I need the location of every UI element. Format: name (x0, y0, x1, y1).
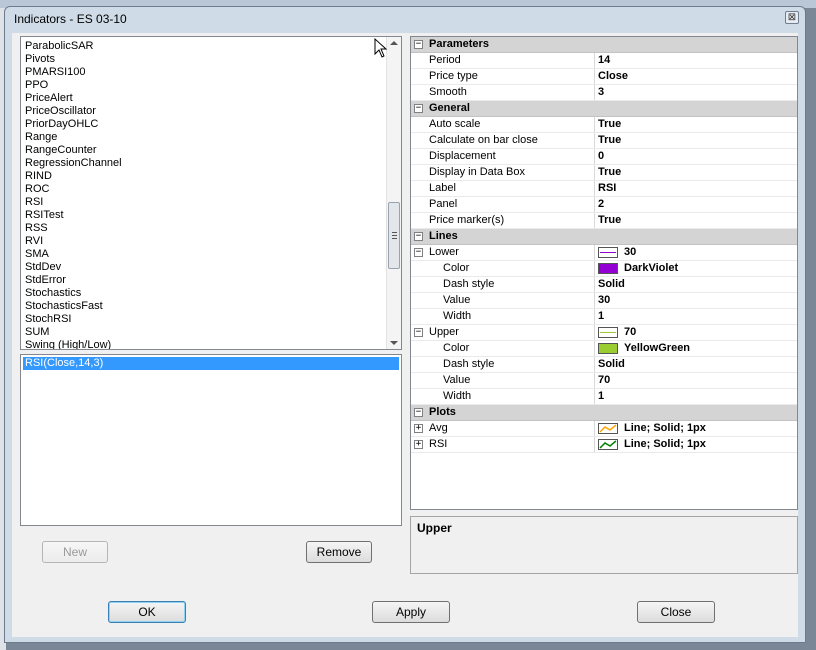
ok-button[interactable]: OK (108, 601, 186, 623)
indicator-list-item[interactable]: Stochastics (25, 287, 81, 300)
category-general[interactable]: − General (411, 101, 797, 117)
window-title: Indicators - ES 03-10 (14, 12, 127, 26)
grip-line (392, 232, 397, 233)
property-row-calculate-on-bar-close[interactable]: Calculate on bar close True (411, 133, 797, 149)
indicator-list-item[interactable]: RIND (25, 170, 52, 183)
color-swatch-icon (598, 343, 618, 354)
property-row-rsi[interactable]: + RSI Line; Solid; 1px (411, 437, 797, 453)
collapse-icon[interactable]: − (414, 232, 423, 241)
indicator-list-item[interactable]: StdDev (25, 261, 61, 274)
indicator-list-item[interactable]: PriceOscillator (25, 105, 96, 118)
property-grid[interactable]: − Parameters Period 14 Price type Close Smo… (410, 36, 798, 510)
line-swatch-icon (598, 327, 618, 338)
apply-button[interactable]: Apply (372, 601, 450, 623)
close-icon: ⊠ (787, 12, 797, 23)
indicator-list-item[interactable]: SMA (25, 248, 49, 261)
indicator-list-item[interactable]: Range (25, 131, 57, 144)
grip-line (392, 238, 397, 239)
grip-line (392, 235, 397, 236)
indicator-list-item[interactable]: StochasticsFast (25, 300, 103, 313)
scrollbar-thumb[interactable] (388, 202, 400, 269)
property-row-upper[interactable]: − Upper 70 (411, 325, 797, 341)
property-row-lower-value[interactable]: Value 30 (411, 293, 797, 309)
indicator-list-item[interactable]: PPO (25, 79, 48, 92)
plot-swatch-icon (598, 423, 618, 434)
property-row-lower-dash-style[interactable]: Dash style Solid (411, 277, 797, 293)
collapse-icon[interactable]: − (414, 40, 423, 49)
indicator-list-item[interactable]: StochRSI (25, 313, 71, 326)
property-row-label[interactable]: Label RSI (411, 181, 797, 197)
line-swatch-icon (598, 247, 618, 258)
collapse-icon[interactable]: − (414, 408, 423, 417)
collapse-icon[interactable]: − (414, 248, 423, 257)
indicator-list-item[interactable]: RSITest (25, 209, 64, 222)
property-row-upper-value[interactable]: Value 70 (411, 373, 797, 389)
close-window-button[interactable]: ⊠ (785, 11, 799, 24)
new-button[interactable]: New (42, 541, 108, 563)
property-description-panel: Upper (410, 516, 798, 574)
property-row-avg[interactable]: + Avg Line; Solid; 1px (411, 421, 797, 437)
property-row-lower[interactable]: − Lower 30 (411, 245, 797, 261)
title-bar[interactable]: Indicators - ES 03-10 ⊠ (5, 7, 805, 31)
indicator-list-item[interactable]: Pivots (25, 53, 55, 66)
color-swatch-icon (598, 263, 618, 274)
close-button[interactable]: Close (637, 601, 715, 623)
scroll-up-arrow-icon[interactable] (390, 41, 398, 45)
category-lines[interactable]: − Lines (411, 229, 797, 245)
property-row-price-type[interactable]: Price type Close (411, 69, 797, 85)
expand-icon[interactable]: + (414, 424, 423, 433)
dialog-client-area: ParabolicSAR Pivots PMARSI100 PPO PriceAlert… (12, 33, 798, 637)
scroll-down-arrow-icon[interactable] (390, 341, 398, 345)
indicator-list-item[interactable]: RVI (25, 235, 43, 248)
property-row-price-markers[interactable]: Price marker(s) True (411, 213, 797, 229)
category-plots[interactable]: − Plots (411, 405, 797, 421)
mouse-cursor-icon (374, 38, 388, 58)
indicator-list-item[interactable]: RegressionChannel (25, 157, 122, 170)
indicator-list-item[interactable]: PriceAlert (25, 92, 73, 105)
collapse-icon[interactable]: − (414, 104, 423, 113)
collapse-icon[interactable]: − (414, 328, 423, 337)
applied-indicators-list[interactable]: RSI(Close,14,3) (20, 354, 402, 526)
indicator-list[interactable]: ParabolicSAR Pivots PMARSI100 PPO PriceAlert… (20, 36, 402, 350)
applied-indicator-item[interactable]: RSI(Close,14,3) (23, 357, 399, 370)
indicator-list-item[interactable]: ROC (25, 183, 49, 196)
indicator-list-item[interactable]: PriorDayOHLC (25, 118, 98, 131)
property-row-lower-color[interactable]: Color DarkViolet (411, 261, 797, 277)
plot-swatch-icon (598, 439, 618, 450)
indicator-list-item[interactable]: SUM (25, 326, 49, 339)
property-row-upper-width[interactable]: Width 1 (411, 389, 797, 405)
description-title: Upper (417, 521, 452, 535)
property-row-auto-scale[interactable]: Auto scale True (411, 117, 797, 133)
indicator-list-item[interactable]: RSS (25, 222, 48, 235)
property-row-lower-width[interactable]: Width 1 (411, 309, 797, 325)
indicators-dialog: Indicators - ES 03-10 ⊠ ParabolicSAR Pivo… (4, 6, 806, 643)
property-row-panel[interactable]: Panel 2 (411, 197, 797, 213)
indicator-list-item[interactable]: StdError (25, 274, 66, 287)
property-row-upper-dash-style[interactable]: Dash style Solid (411, 357, 797, 373)
indicator-list-item[interactable]: Swing (High/Low) (25, 339, 111, 349)
indicator-list-item[interactable]: RangeCounter (25, 144, 97, 157)
remove-button[interactable]: Remove (306, 541, 372, 563)
indicator-list-item[interactable]: ParabolicSAR (25, 40, 93, 53)
property-row-display-in-data-box[interactable]: Display in Data Box True (411, 165, 797, 181)
indicator-list-item[interactable]: PMARSI100 (25, 66, 86, 79)
indicator-list-item[interactable]: RSI (25, 196, 43, 209)
indicator-list-scrollbar[interactable] (386, 37, 401, 349)
property-row-period[interactable]: Period 14 (411, 53, 797, 69)
property-row-smooth[interactable]: Smooth 3 (411, 85, 797, 101)
property-row-displacement[interactable]: Displacement 0 (411, 149, 797, 165)
property-row-upper-color[interactable]: Color YellowGreen (411, 341, 797, 357)
expand-icon[interactable]: + (414, 440, 423, 449)
category-parameters[interactable]: − Parameters (411, 37, 797, 53)
